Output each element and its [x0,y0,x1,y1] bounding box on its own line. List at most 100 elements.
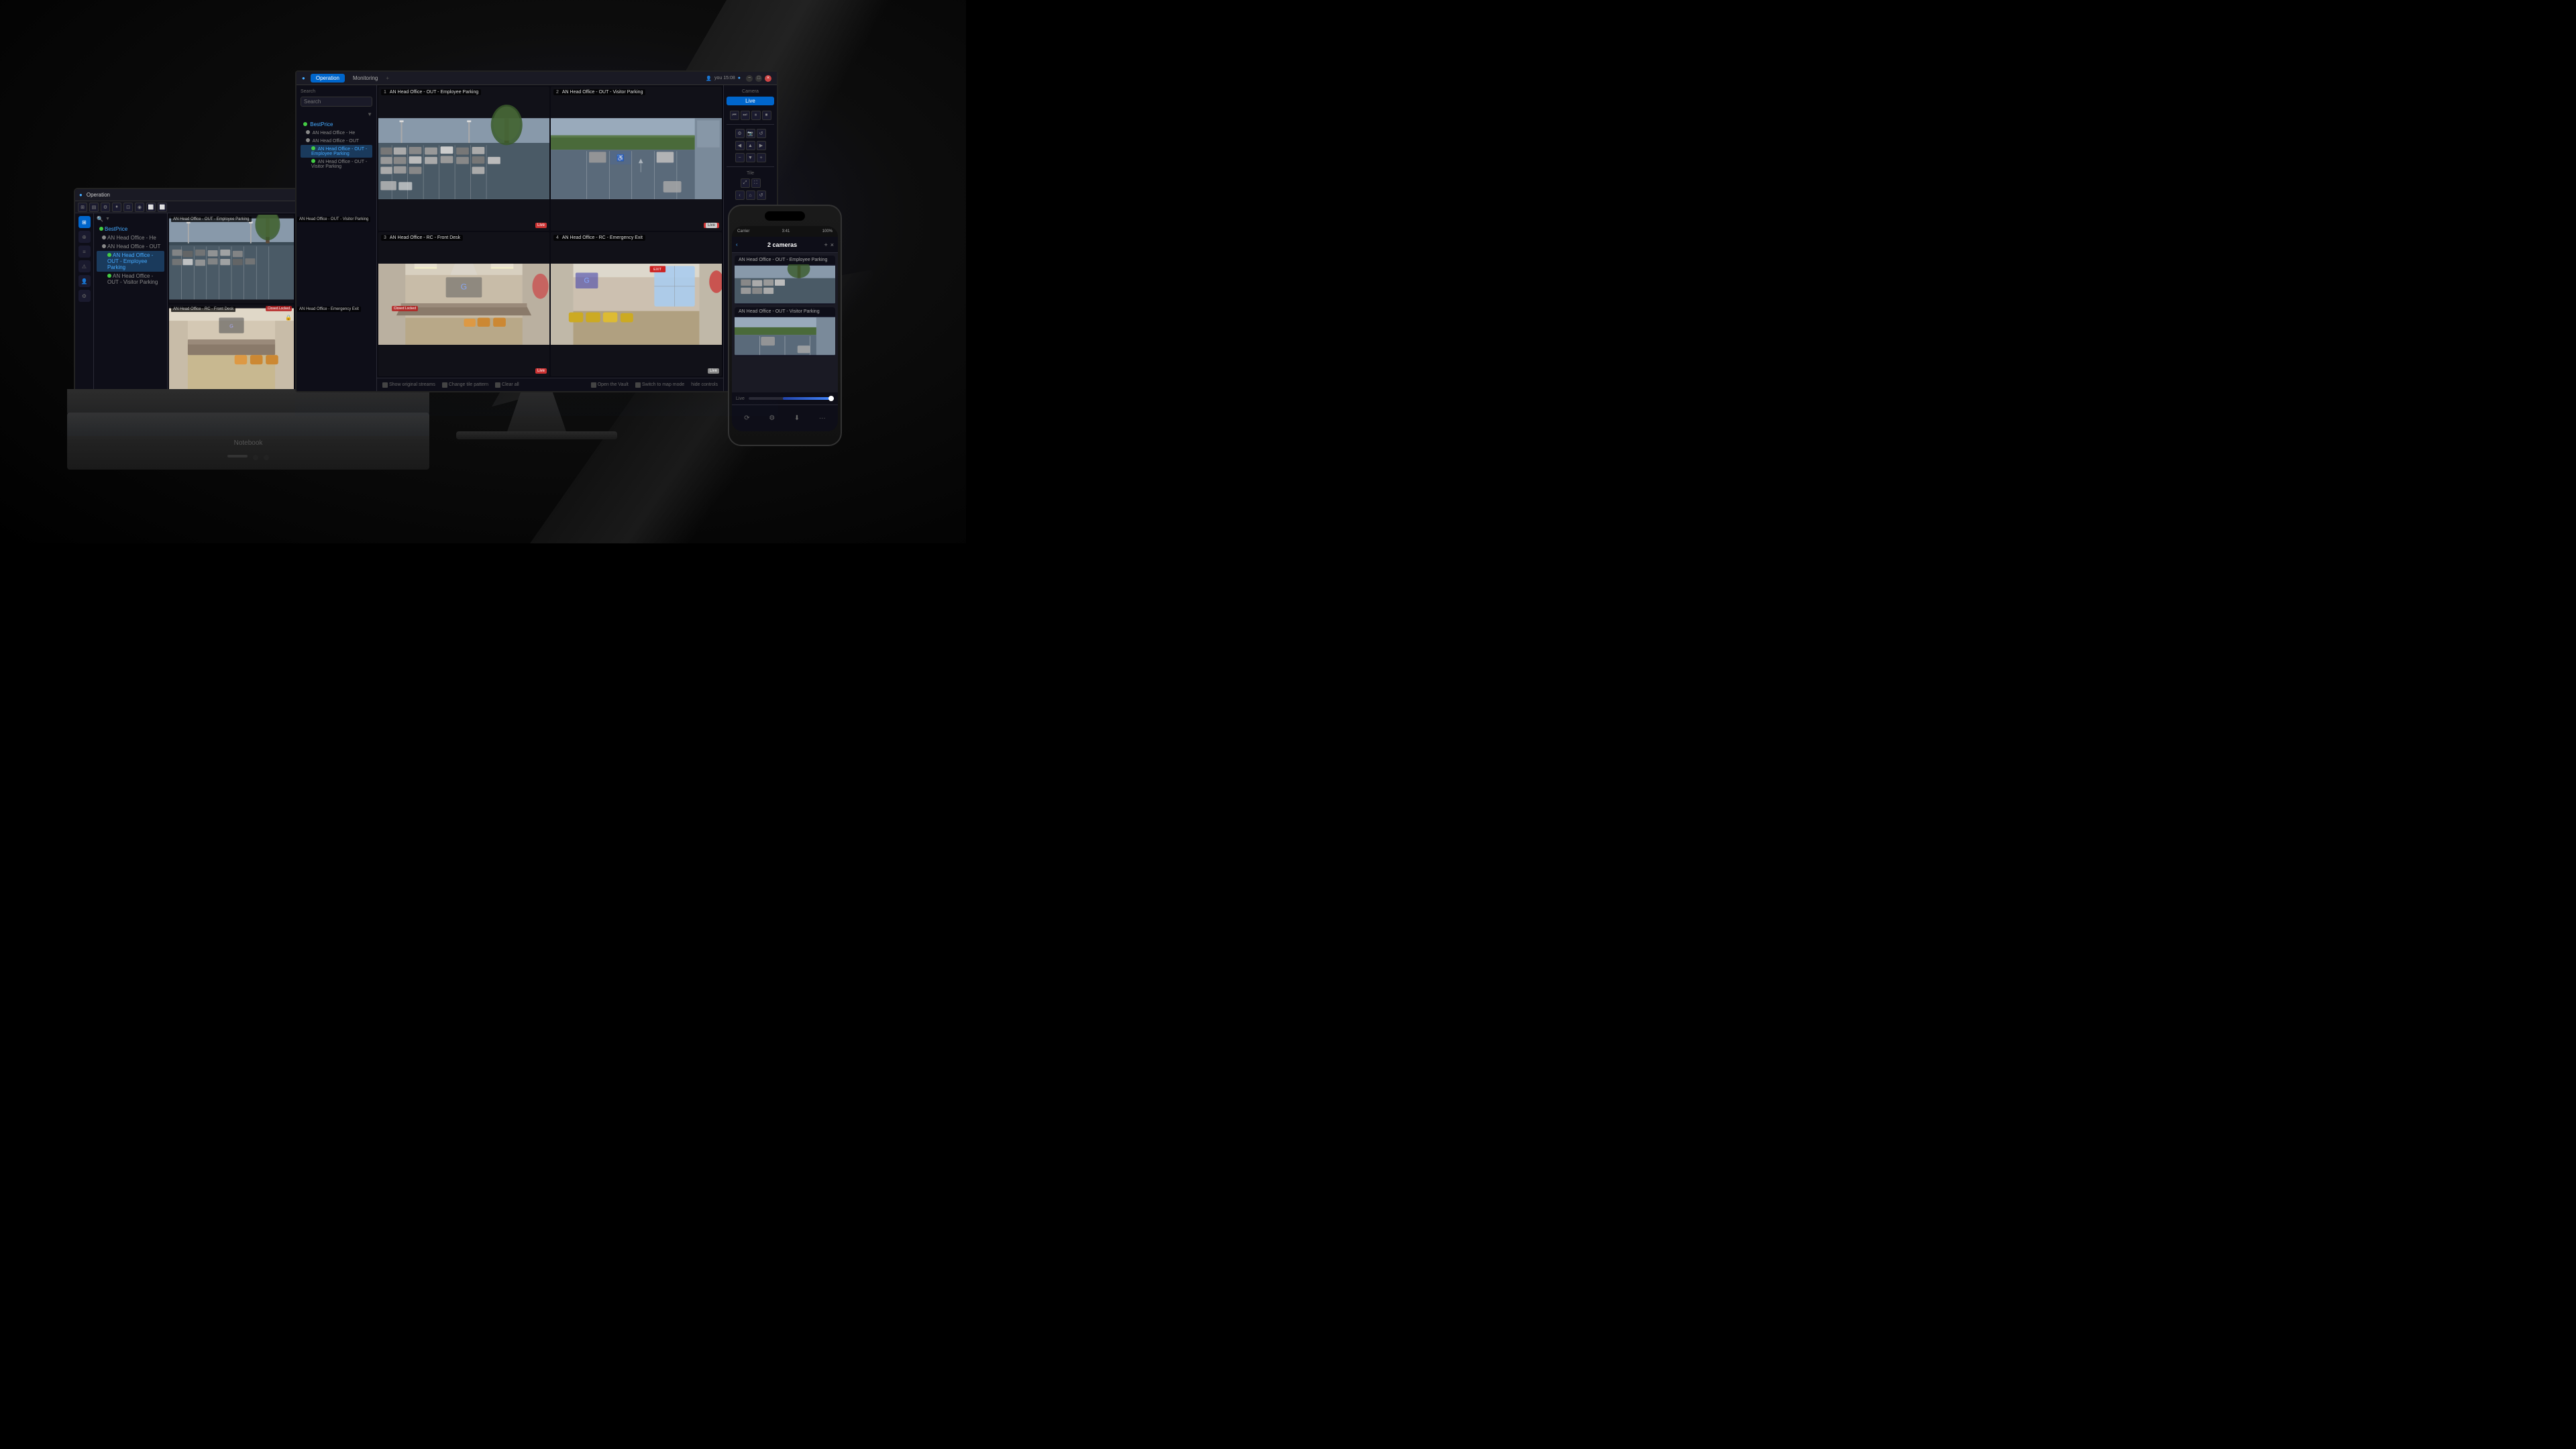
sidebar-icon-grid[interactable]: ⊞ [78,216,91,228]
toolbar-btn-8[interactable]: ⬜ [158,203,167,212]
monitor-cam-live-2: Live [704,223,719,228]
live-badge-2: Live [706,223,717,228]
sidebar-tree-he[interactable]: AN Head Office - He [301,129,372,137]
tree-dot-bestprice [303,122,307,126]
tree-item-head-office-out[interactable]: AN Head Office - OUT [97,242,164,251]
sidebar-search-input[interactable] [301,97,372,107]
laptop-base-light2 [264,455,269,460]
tree-item-head-office-he[interactable]: AN Head Office - He [97,233,164,242]
phone-add-icon[interactable]: + [824,241,827,248]
phone-bottom-icon-download[interactable]: ⬇ [794,415,800,422]
open-vault-btn[interactable]: Open the Vault [591,382,629,388]
right-panel-camera-label: Camera [727,89,774,94]
change-tile-btn[interactable]: Change tile pattern [442,382,488,388]
svg-text:G: G [584,276,590,284]
tree-dot-4 [107,253,111,257]
tree-status-dot [99,227,103,231]
ctrl-next[interactable]: ⏭ [741,111,750,120]
monitor-maximize-btn[interactable]: □ [755,75,762,82]
ptz-right[interactable]: ▶ [757,141,766,150]
ctrl-stop[interactable]: ⏹ [762,111,771,120]
toolbar-btn-3[interactable]: ⚙ [101,203,110,212]
ptz-zoomout[interactable]: − [735,153,745,162]
toolbar-btn-1[interactable]: ⊞ [78,203,87,212]
nav-home[interactable]: ⌂ [746,191,755,200]
sidebar-icon-settings[interactable]: ⚙ [78,290,91,302]
sidebar-tree-out[interactable]: AN Head Office - OUT [301,137,372,145]
monitor-cam-num-1: 1 [384,90,386,95]
phone-close-icon[interactable]: × [830,241,834,248]
monitor-ui: ● Operation Monitoring + 👤 you 15:08 ● −… [297,72,777,391]
toolbar-btn-5[interactable]: ⊡ [123,203,133,212]
phone-cam-thumb-2 [735,316,835,356]
laptop-tree-panel: 🔍 ▼ BestPrice AN Head Office - He AN Hea… [94,213,168,394]
nav-next[interactable]: ↺ [757,191,766,200]
sidebar-icon-map[interactable]: ⊕ [78,231,91,243]
phone-camera-item-2: AN Head Office - OUT - Visitor Parking [735,307,835,356]
search-label: Search [301,89,372,94]
monitor-camera-2: 2 AN Head Office - OUT - Visitor Parking… [551,87,722,231]
ptz-settings[interactable]: ⚙ [735,129,745,138]
phone-cameras-count: 2 cameras [741,241,824,248]
ptz-left[interactable]: ◀ [735,141,745,150]
tree-item-root[interactable]: BestPrice [97,225,164,233]
monitor-connection-icon: ● [738,76,741,80]
ptz-refresh[interactable]: ↺ [757,129,766,138]
phone-cam-thumb-1 [735,264,835,305]
sidebar-tree-bestprice[interactable]: BestPrice [301,120,372,129]
monitor-close-btn[interactable]: × [765,75,771,82]
tree-dot-he [306,130,310,134]
clear-all-btn[interactable]: Clear all [495,382,519,388]
laptop-filter-icon[interactable]: ▼ [105,217,110,221]
hide-controls-btn[interactable]: hide controls [691,382,718,387]
toolbar-btn-2[interactable]: ▤ [89,203,99,212]
sidebar-tree-visitor[interactable]: AN Head Office - OUT - Visitor Parking [301,158,372,170]
vault-icon [591,382,596,388]
ctrl-prev[interactable]: ⏮ [730,111,739,120]
phone-bottom-icon-more[interactable]: ··· [819,415,826,422]
ptz-camera[interactable]: 📷 [746,129,755,138]
show-original-streams-btn[interactable]: Show original streams [382,382,435,388]
svg-text:EXIT: EXIT [653,268,662,272]
ptz-controls-row2: ◀ ▲ ▶ [727,141,774,150]
tile-icon [442,382,447,388]
ptz-down[interactable]: ▼ [746,153,755,162]
toolbar-btn-6[interactable]: ◉ [135,203,144,212]
ptz-controls-row1: ⚙ 📷 ↺ [727,129,774,138]
sidebar-icon-user[interactable]: 👤 [78,275,91,287]
monitor-titlebar: ● Operation Monitoring + 👤 you 15:08 ● −… [297,72,777,85]
sidebar-icon-list[interactable]: ≡ [78,246,91,258]
sidebar-icon-alert[interactable]: ⚠ [78,260,91,272]
toolbar-btn-4[interactable]: ♦ [112,203,121,212]
tile-expand[interactable]: ⤢ [741,178,750,188]
laptop-cam-label-2: AN Head Office - OUT - Visitor Parking [297,217,370,222]
monitor-cam-svg-4: EXIT G [551,232,722,376]
monitor-tab-monitoring[interactable]: Monitoring [347,74,383,83]
ctrl-pause[interactable]: ⏸ [751,111,761,120]
tree-item-visitor-parking[interactable]: AN Head Office - OUT - Visitor Parking [97,272,164,286]
phone-notch [765,211,805,221]
laptop-search-row: 🔍 ▼ [97,216,164,222]
filter-icon-container: ▼ [301,111,372,117]
nav-prev[interactable]: ‹ [735,191,745,200]
ptz-zoomin[interactable]: + [757,153,766,162]
phone-back-btn[interactable]: ‹ [736,241,738,248]
monitor-cam-svg-1 [378,87,549,231]
monitor-cam-label-1: 1 AN Head Office - OUT - Employee Parkin… [381,89,481,95]
sidebar-tree-employee[interactable]: AN Head Office - OUT - Employee Parking [301,145,372,158]
tree-item-employee-parking[interactable]: AN Head Office - OUT - Employee Parking [97,251,164,272]
filter-icon[interactable]: ▼ [367,111,372,117]
monitor-tab-operation[interactable]: Operation [311,74,345,83]
monitor-camera-1: 1 AN Head Office - OUT - Employee Parkin… [378,87,549,231]
phone-status-bar: Carrier 3:41 100% [732,226,838,237]
monitor-cam-num-3: 3 [384,235,386,240]
toolbar-btn-7[interactable]: ⬜ [146,203,156,212]
ptz-up[interactable]: ▲ [746,141,755,150]
monitor-minimize-btn[interactable]: − [746,75,753,82]
right-panel-live-indicator: Live [727,97,774,105]
phone-timeline-dot [828,396,834,401]
laptop-base-slot [227,455,248,458]
tile-fullscreen[interactable]: ⛶ [751,178,761,188]
switch-map-btn[interactable]: Switch to map mode [635,382,684,388]
monitor-win-controls[interactable]: − □ × [746,75,771,82]
